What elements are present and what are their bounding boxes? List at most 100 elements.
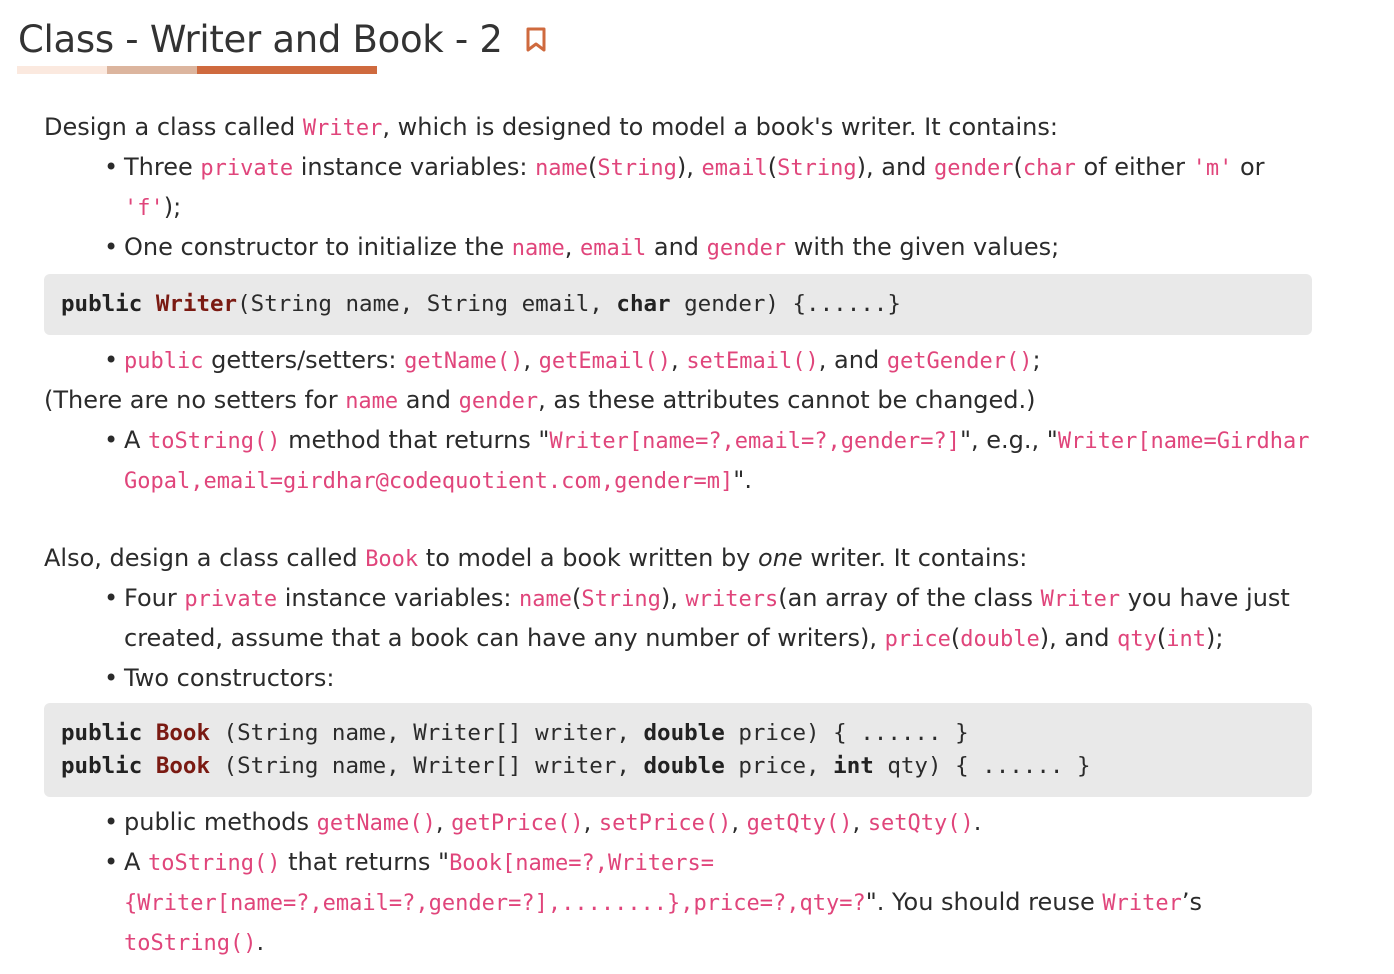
text: Two constructors:	[124, 664, 335, 692]
text: ), and	[1039, 624, 1118, 652]
text: or	[1232, 153, 1265, 181]
text: .	[973, 808, 982, 836]
title-row: Class - Writer and Book - 2	[18, 18, 547, 61]
text: );	[163, 193, 182, 221]
code-span: public	[124, 349, 204, 374]
code-span: toString()	[148, 851, 281, 876]
code-span: Writer	[302, 116, 383, 141]
text: ,	[671, 346, 687, 374]
text: to model a book written by	[418, 544, 759, 572]
list-item: Two constructors:	[104, 659, 1312, 697]
writer-list-3: A toString() method that returns "Writer…	[44, 421, 1312, 501]
code-class-name: Book	[155, 753, 211, 779]
code-span: String	[597, 156, 677, 181]
code-keyword: double	[643, 720, 725, 746]
code-span: 'm'	[1192, 156, 1233, 181]
code-span: private	[184, 587, 278, 612]
code-text: (String name, Writer[] writer,	[210, 753, 644, 779]
text: , which is designed to model a book's wr…	[382, 113, 1058, 141]
code-span: private	[200, 156, 294, 181]
code-span: int	[1166, 627, 1206, 652]
text: A	[124, 848, 149, 876]
text: ;	[1032, 346, 1041, 374]
code-span: Writer[name=?,email=?,gender=?]	[549, 429, 960, 454]
text: and	[646, 233, 707, 261]
code-keyword: public	[61, 291, 143, 317]
text: ),	[660, 584, 686, 612]
text: method that returns "	[280, 426, 550, 454]
text: ,	[852, 808, 868, 836]
code-keyword: public	[61, 753, 143, 779]
code-span: email	[580, 236, 647, 261]
problem-description: Design a class called Writer, which is d…	[44, 108, 1312, 963]
code-span: gender	[706, 236, 787, 261]
text: (an array of the class	[778, 584, 1041, 612]
code-span: getName()	[404, 349, 524, 374]
page-title: Class - Writer and Book - 2	[18, 18, 503, 61]
text: .	[256, 928, 265, 956]
code-span: Book	[365, 547, 419, 572]
text: ", e.g., "	[959, 426, 1058, 454]
text: (	[1013, 153, 1023, 181]
setter-note: (There are no setters for name and gende…	[44, 381, 1312, 421]
code-span: getPrice()	[451, 811, 584, 836]
text: and	[398, 386, 459, 414]
code-span: getEmail()	[538, 349, 672, 374]
code-span: name	[511, 236, 565, 261]
bookmark-icon[interactable]	[525, 27, 547, 59]
code-span: email	[701, 156, 768, 181]
text: ,	[523, 346, 539, 374]
title-underline	[17, 66, 377, 74]
code-text: qty) { ...... }	[873, 753, 1091, 779]
code-span: setPrice()	[598, 811, 732, 836]
underline-segment-1	[17, 66, 107, 74]
list-item: A toString() method that returns "Writer…	[104, 421, 1312, 501]
text: ,	[731, 808, 747, 836]
text: A	[124, 426, 149, 454]
code-span: Writer	[1040, 587, 1121, 612]
book-constructors-code: public Book (String name, Writer[] write…	[44, 703, 1312, 797]
text: Design a class called	[44, 113, 303, 141]
text: (	[950, 624, 961, 652]
code-span: getQty()	[746, 811, 853, 836]
text: (There are no setters for	[44, 386, 346, 414]
text: ,	[564, 233, 581, 261]
code-span: gender	[934, 156, 1014, 181]
code-span: getName()	[316, 811, 436, 836]
text: ". You should reuse	[865, 888, 1103, 916]
code-span: name	[519, 587, 573, 612]
text: , as these attributes cannot be changed.…	[538, 386, 1036, 414]
code-span: toString()	[124, 931, 257, 956]
code-span: Book[name=?,Writers=	[449, 851, 714, 876]
code-span: gender	[458, 389, 539, 414]
list-item: public methods getName(), getPrice(), se…	[104, 803, 1312, 843]
list-item: A toString() that returns "Book[name=?,W…	[104, 843, 1312, 963]
text: getters/setters:	[203, 346, 405, 374]
code-text: gender) {......}	[670, 291, 901, 317]
code-class-name: Book	[155, 720, 211, 746]
code-span: name	[535, 156, 589, 181]
code-span: toString()	[148, 429, 281, 454]
code-span: String	[581, 587, 661, 612]
code-text: price,	[724, 753, 834, 779]
book-intro: Also, design a class called Book to mode…	[44, 539, 1312, 579]
code-text: (String name, Writer[] writer,	[210, 720, 644, 746]
writer-constructor-code: public Writer(String name, String email,…	[44, 274, 1312, 335]
text: of either	[1075, 153, 1193, 181]
text: public methods	[124, 808, 317, 836]
text: ’s	[1181, 888, 1203, 916]
text: One constructor to initialize the	[124, 233, 512, 261]
text: ), and	[856, 153, 935, 181]
code-keyword: int	[833, 753, 874, 779]
text: writer. It contains:	[802, 544, 1028, 572]
code-span: double	[960, 627, 1040, 652]
writer-list-2: public getters/setters: getName(), getEm…	[44, 341, 1312, 381]
book-list-1: Four private instance variables: name(St…	[44, 579, 1312, 697]
code-class-name: Writer	[155, 291, 238, 317]
code-span: setQty()	[867, 811, 974, 836]
code-text: (String name, String email,	[237, 291, 617, 317]
code-keyword: double	[643, 753, 725, 779]
code-span: Writer	[1102, 891, 1182, 916]
code-span: char	[1022, 156, 1076, 181]
